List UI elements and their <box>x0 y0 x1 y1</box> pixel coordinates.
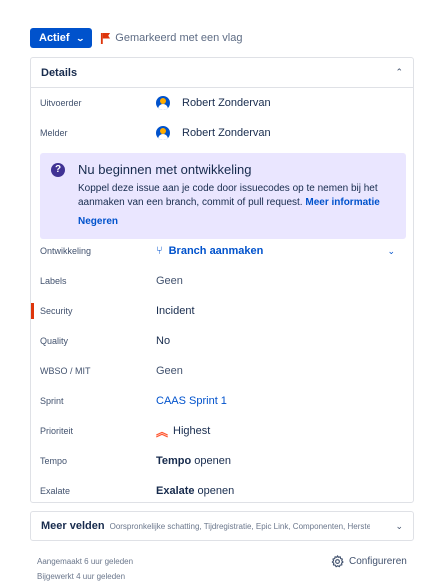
field-development[interactable]: Ontwikkeling ⑂ Branch aanmaken ⌄ <box>31 241 413 261</box>
more-fields-panel[interactable]: Meer velden Oorspronkelijke schatting, T… <box>30 511 414 541</box>
details-header[interactable]: Details ⌃ <box>31 58 413 88</box>
issue-status-bar: Actief ⌄ Gemarkeerd met een vlag <box>30 28 242 48</box>
created-timestamp: Aangemaakt 6 uur geleden <box>37 557 134 566</box>
priority-value[interactable]: Highest <box>173 425 210 437</box>
field-label: Ontwikkeling <box>40 246 92 256</box>
field-value[interactable]: No <box>156 335 170 347</box>
priority-highest-icon: ︽ <box>156 424 168 439</box>
updated-timestamp: Bijgewerkt 4 uur geleden <box>37 572 126 581</box>
dismiss-button[interactable]: Negeren <box>78 216 118 227</box>
field-wbso[interactable]: WBSO / MIT Geen <box>31 361 413 381</box>
field-label: Melder <box>40 128 68 138</box>
status-dropdown-button[interactable]: Actief ⌄ <box>30 28 93 48</box>
details-panel: Details ⌃ Uitvoerder Robert Zondervan Me… <box>30 57 414 503</box>
field-labels[interactable]: Labels Geen <box>31 271 413 291</box>
field-assignee[interactable]: Uitvoerder Robert Zondervan <box>31 93 413 113</box>
required-indicator <box>31 303 34 319</box>
field-label: Sprint <box>40 396 64 406</box>
development-promo: ? Nu beginnen met ontwikkeling Koppel de… <box>40 153 406 239</box>
exalate-open-link[interactable]: Exalate openen <box>156 485 234 497</box>
more-fields-summary: Oorspronkelijke schatting, Tijdregistrat… <box>109 521 370 531</box>
chevron-down-icon[interactable]: ⌄ <box>387 246 395 257</box>
chevron-up-icon[interactable]: ⌃ <box>395 67 403 78</box>
field-priority[interactable]: Prioriteit ︽ Highest <box>31 421 413 441</box>
field-reporter[interactable]: Melder Robert Zondervan <box>31 123 413 143</box>
avatar <box>156 96 170 110</box>
field-value[interactable]: Geen <box>156 365 183 377</box>
reporter-name[interactable]: Robert Zondervan <box>182 127 271 139</box>
chevron-down-icon: ⌄ <box>75 33 85 43</box>
learn-more-link[interactable]: Meer informatie <box>305 197 379 208</box>
configure-label: Configureren <box>349 556 407 567</box>
details-title: Details <box>41 66 78 79</box>
field-label: Prioriteit <box>40 426 74 436</box>
field-label: Exalate <box>40 486 71 496</box>
field-label: WBSO / MIT <box>40 366 91 376</box>
field-value[interactable]: Incident <box>156 305 195 317</box>
flag-icon <box>101 32 111 44</box>
more-fields-title: Meer velden <box>41 520 105 532</box>
field-label: Uitvoerder <box>40 98 82 108</box>
field-label: Security <box>40 306 73 316</box>
flag-indicator: Gemarkeerd met een vlag <box>100 32 242 44</box>
promo-body: Koppel deze issue aan je code door issue… <box>78 183 380 208</box>
status-label: Actief <box>39 32 70 44</box>
field-label: Quality <box>40 336 69 346</box>
question-icon: ? <box>51 163 65 177</box>
gear-icon <box>331 555 344 568</box>
assignee-name[interactable]: Robert Zondervan <box>182 97 271 109</box>
branch-icon: ⑂ <box>156 245 163 257</box>
field-security[interactable]: Security Incident <box>31 301 413 321</box>
field-exalate[interactable]: Exalate Exalate openen <box>31 481 413 501</box>
promo-title: Nu beginnen met ontwikkeling <box>78 162 252 177</box>
field-sprint[interactable]: Sprint CAAS Sprint 1 <box>31 391 413 411</box>
chevron-down-icon[interactable]: ⌄ <box>395 521 403 532</box>
field-value[interactable]: Geen <box>156 275 183 287</box>
tempo-open-link[interactable]: Tempo openen <box>156 455 231 467</box>
field-label: Tempo <box>40 456 68 466</box>
create-branch-link[interactable]: Branch aanmaken <box>169 245 264 257</box>
sprint-link[interactable]: CAAS Sprint 1 <box>156 395 227 407</box>
avatar <box>156 126 170 140</box>
field-tempo[interactable]: Tempo Tempo openen <box>31 451 413 471</box>
field-label: Labels <box>40 276 67 286</box>
flag-label: Gemarkeerd met een vlag <box>115 32 243 44</box>
configure-button[interactable]: Configureren <box>331 555 407 568</box>
field-quality[interactable]: Quality No <box>31 331 413 351</box>
